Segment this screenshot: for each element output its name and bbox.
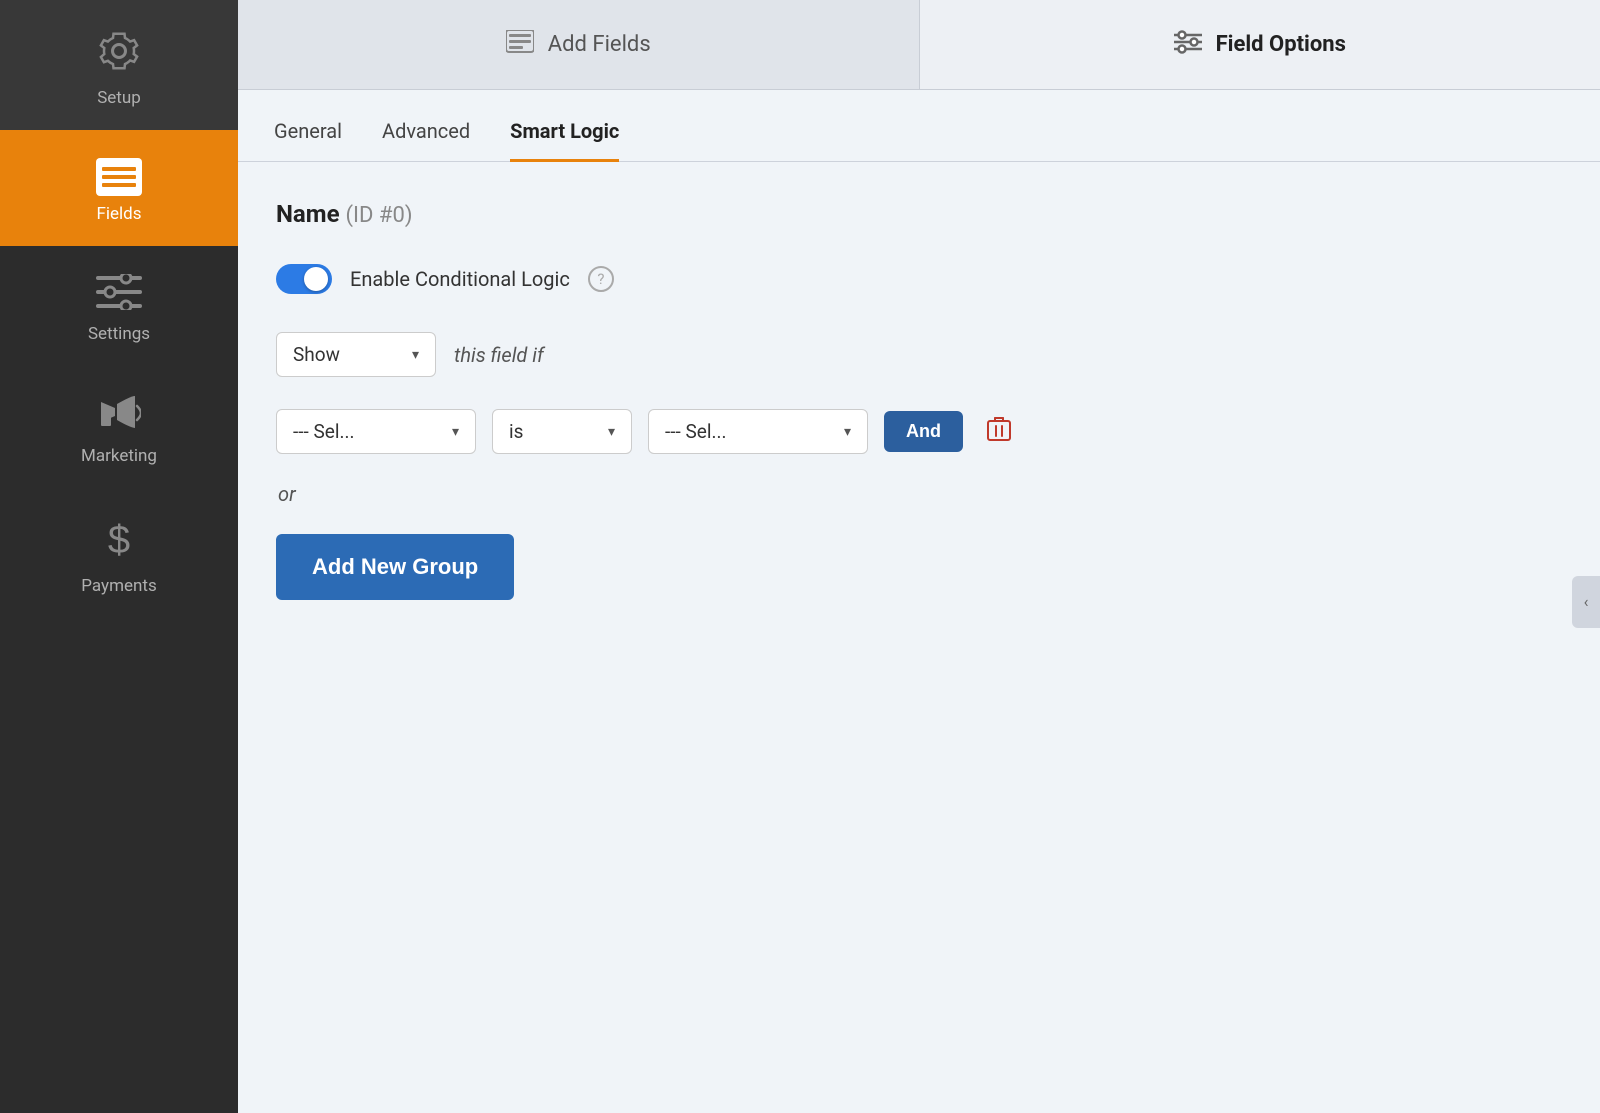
secondary-tabs: General Advanced Smart Logic [238,90,1600,162]
sidebar-item-label-setup: Setup [97,88,141,108]
tab-add-fields[interactable]: Add Fields [238,0,920,89]
show-row: Show ▾ this field if [276,332,1562,377]
or-text: or [276,482,1562,506]
marketing-icon [97,394,141,438]
sidebar-item-payments[interactable]: $ Payments [0,488,238,618]
select-value-dropdown[interactable]: --- Sel... ▾ [648,409,868,454]
sidebar: Setup Fields Settings [0,0,238,1113]
list-icon [506,30,534,60]
fields-icon [96,158,142,196]
tab-advanced-label: Advanced [382,119,470,143]
panel-content: Name (ID #0) Enable Conditional Logic ? … [238,162,1600,1113]
tab-field-options-label: Field Options [1216,32,1346,57]
field-options-panel: General Advanced Smart Logic Name (ID #0… [238,90,1600,1113]
sidebar-item-setup[interactable]: Setup [0,0,238,130]
main-content: Add Fields Field Options General [238,0,1600,1113]
sidebar-item-label-marketing: Marketing [81,446,157,466]
tab-field-options[interactable]: Field Options [920,0,1600,89]
sidebar-item-label-payments: Payments [81,576,156,596]
svg-text:$: $ [108,518,130,562]
and-button[interactable]: And [884,411,963,452]
tab-advanced[interactable]: Advanced [382,119,470,162]
gear-icon [96,28,142,80]
chevron-down-icon-3: ▾ [608,424,615,440]
tab-smart-logic[interactable]: Smart Logic [510,119,619,162]
help-icon[interactable]: ? [588,266,614,292]
chevron-down-icon-2: ▾ [452,424,459,440]
payments-icon: $ [102,516,136,568]
settings-icon [96,274,142,316]
condition-operator-value: is [509,420,523,443]
sidebar-item-marketing[interactable]: Marketing [0,366,238,488]
sidebar-item-settings[interactable]: Settings [0,246,238,366]
conditional-logic-toggle[interactable] [276,264,332,294]
sidebar-item-fields[interactable]: Fields [0,130,238,246]
select-value-text: --- Sel... [665,420,726,443]
tab-add-fields-label: Add Fields [548,32,651,57]
show-dropdown-value: Show [293,343,340,366]
top-tabs-bar: Add Fields Field Options [238,0,1600,90]
field-name: Name [276,200,340,228]
options-icon [1174,30,1202,60]
this-field-if-text: this field if [454,343,544,367]
field-id: (ID #0) [346,203,413,228]
condition-operator-dropdown[interactable]: is ▾ [492,409,632,454]
toggle-row: Enable Conditional Logic ? [276,264,1562,294]
tab-general-label: General [274,119,342,143]
tab-general[interactable]: General [274,119,342,162]
delete-condition-button[interactable] [979,412,1019,452]
field-title: Name (ID #0) [276,200,1562,228]
select-field-dropdown[interactable]: --- Sel... ▾ [276,409,476,454]
add-new-group-button[interactable]: Add New Group [276,534,514,600]
show-dropdown[interactable]: Show ▾ [276,332,436,377]
chevron-down-icon-4: ▾ [844,424,851,440]
sidebar-item-label-settings: Settings [88,324,150,344]
select-field-value: --- Sel... [293,420,354,443]
condition-row: --- Sel... ▾ is ▾ --- Sel... ▾ And [276,409,1562,454]
sidebar-item-label-fields: Fields [96,204,141,224]
toggle-label: Enable Conditional Logic [350,267,570,291]
collapse-panel-button[interactable]: ‹ [1572,576,1600,628]
chevron-down-icon: ▾ [412,347,419,363]
tab-smart-logic-label: Smart Logic [510,119,619,143]
